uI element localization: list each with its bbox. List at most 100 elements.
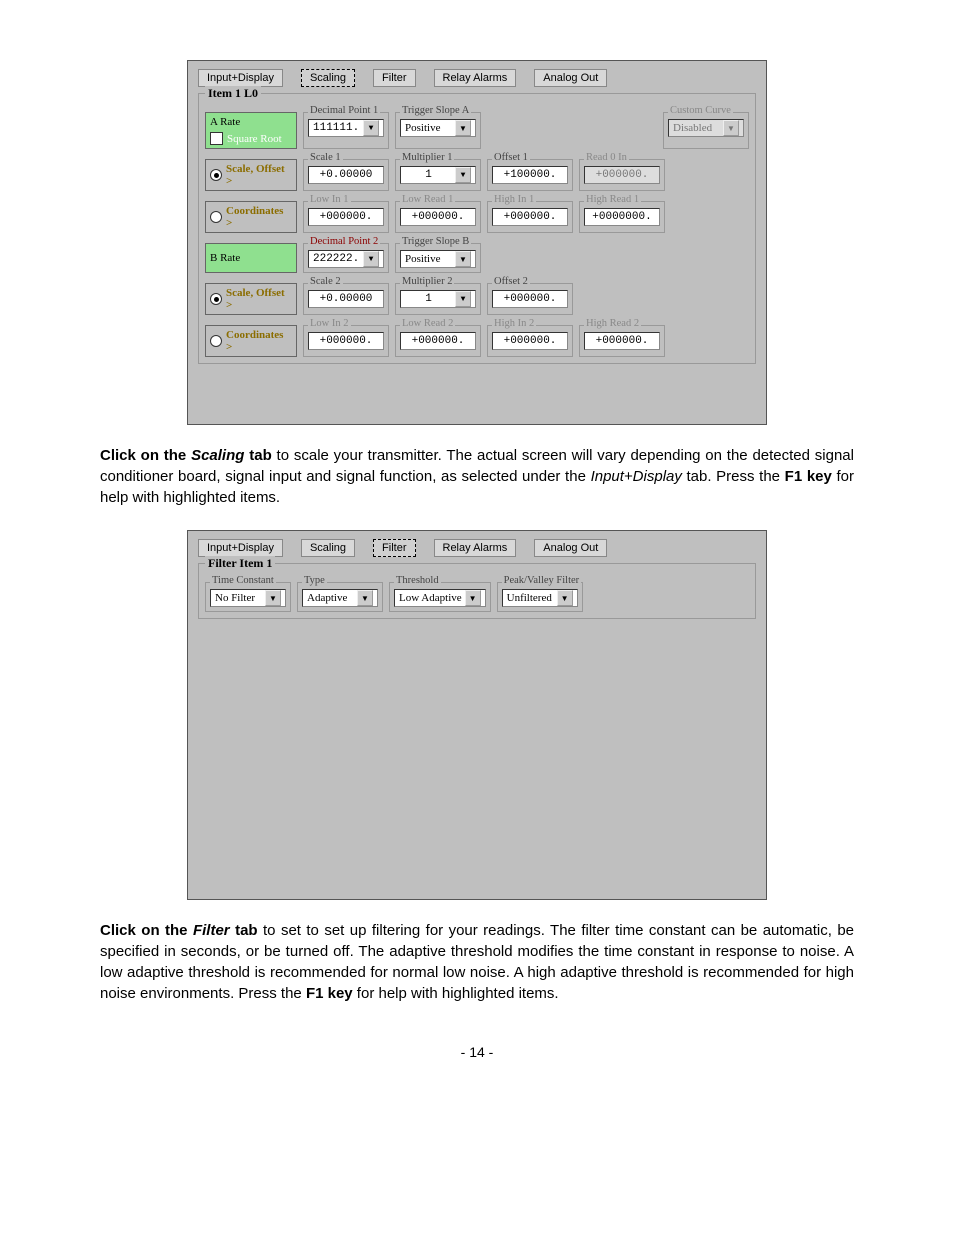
scale-offset-2-block: Scale, Offset > bbox=[205, 283, 297, 315]
a-rate-block: A Rate Square Root bbox=[205, 112, 297, 149]
custom-curve-label: Custom Curve bbox=[668, 105, 733, 116]
peak-valley-field: Peak/Valley Filter Unfiltered ▼ bbox=[497, 582, 583, 612]
chevron-down-icon: ▼ bbox=[363, 120, 379, 136]
low-read-2-field: Low Read 2 +000000. bbox=[395, 325, 481, 357]
filter-panel: Input+Display Scaling Filter Relay Alarm… bbox=[187, 530, 767, 900]
radio-icon bbox=[210, 169, 222, 181]
high-in-2-input[interactable]: +000000. bbox=[492, 332, 568, 350]
b-rate-block: B Rate bbox=[205, 243, 297, 273]
high-read-2-input[interactable]: +000000. bbox=[584, 332, 660, 350]
tab-scaling[interactable]: Scaling bbox=[301, 69, 355, 87]
tab-analog-out[interactable]: Analog Out bbox=[534, 539, 607, 557]
read-0-in-label: Read 0 In bbox=[584, 152, 629, 163]
low-read-1-field: Low Read 1 +000000. bbox=[395, 201, 481, 233]
scale-offset-label: Scale, Offset > bbox=[226, 163, 292, 187]
item-group-title: Item 1 L0 bbox=[205, 86, 261, 101]
high-read-2-label: High Read 2 bbox=[584, 318, 641, 329]
tab-strip-1: Input+Display Scaling Filter Relay Alarm… bbox=[198, 69, 756, 87]
low-in-2-input[interactable]: +000000. bbox=[308, 332, 384, 350]
chevron-down-icon: ▼ bbox=[455, 120, 471, 136]
type-select[interactable]: Adaptive ▼ bbox=[302, 589, 378, 607]
coordinates-1-radio[interactable]: Coordinates > bbox=[210, 205, 292, 229]
scale-1-input[interactable]: +0.00000 bbox=[308, 166, 384, 184]
tab-relay-alarms[interactable]: Relay Alarms bbox=[434, 69, 517, 87]
high-read-1-label: High Read 1 bbox=[584, 194, 641, 205]
scale-2-label: Scale 2 bbox=[308, 276, 343, 287]
multiplier-2-field: Multiplier 2 1 ▼ bbox=[395, 283, 481, 315]
time-constant-select[interactable]: No Filter ▼ bbox=[210, 589, 286, 607]
high-read-1-field: High Read 1 +0000000. bbox=[579, 201, 665, 233]
low-read-1-input[interactable]: +000000. bbox=[400, 208, 476, 226]
peak-valley-select[interactable]: Unfiltered ▼ bbox=[502, 589, 578, 607]
high-in-2-label: High In 2 bbox=[492, 318, 536, 329]
paragraph-scaling: Click on the Scaling tab to scale your t… bbox=[100, 445, 854, 508]
decimal-point-1-field: Decimal Point 1 111111. ▼ bbox=[303, 112, 389, 149]
trigger-slope-a-field: Trigger Slope A Positive ▼ bbox=[395, 112, 481, 149]
tab-relay-alarms[interactable]: Relay Alarms bbox=[434, 539, 517, 557]
checkbox-icon bbox=[210, 132, 223, 145]
decimal-point-2-field: Decimal Point 2 222222. ▼ bbox=[303, 243, 389, 273]
chevron-down-icon: ▼ bbox=[723, 120, 739, 136]
chevron-down-icon: ▼ bbox=[455, 167, 471, 183]
tab-filter[interactable]: Filter bbox=[373, 539, 415, 557]
trigger-slope-a-label: Trigger Slope A bbox=[400, 105, 471, 116]
tab-input-display[interactable]: Input+Display bbox=[198, 69, 283, 87]
high-in-1-field: High In 1 +000000. bbox=[487, 201, 573, 233]
multiplier-1-label: Multiplier 1 bbox=[400, 152, 454, 163]
low-read-2-input[interactable]: +000000. bbox=[400, 332, 476, 350]
scale-1-field: Scale 1 +0.00000 bbox=[303, 159, 389, 191]
coordinates-1-block: Coordinates > bbox=[205, 201, 297, 233]
offset-1-field: Offset 1 +100000. bbox=[487, 159, 573, 191]
low-in-1-label: Low In 1 bbox=[308, 194, 351, 205]
chevron-down-icon: ▼ bbox=[357, 590, 373, 606]
multiplier-2-label: Multiplier 2 bbox=[400, 276, 454, 287]
custom-curve-field: Custom Curve Disabled ▼ bbox=[663, 112, 749, 149]
time-constant-field: Time Constant No Filter ▼ bbox=[205, 582, 291, 612]
tab-strip-2: Input+Display Scaling Filter Relay Alarm… bbox=[198, 539, 756, 557]
tab-input-display[interactable]: Input+Display bbox=[198, 539, 283, 557]
high-in-1-input[interactable]: +000000. bbox=[492, 208, 568, 226]
high-read-1-input[interactable]: +0000000. bbox=[584, 208, 660, 226]
low-in-2-label: Low In 2 bbox=[308, 318, 351, 329]
scale-offset-1-block: Scale, Offset > bbox=[205, 159, 297, 191]
radio-icon bbox=[210, 335, 222, 347]
radio-icon bbox=[210, 293, 222, 305]
page-number: - 14 - bbox=[100, 1044, 854, 1060]
chevron-down-icon: ▼ bbox=[455, 291, 471, 307]
tab-scaling[interactable]: Scaling bbox=[301, 539, 355, 557]
high-in-1-label: High In 1 bbox=[492, 194, 536, 205]
low-read-2-label: Low Read 2 bbox=[400, 318, 455, 329]
square-root-checkbox: Square Root bbox=[210, 132, 292, 145]
offset-2-input[interactable]: +000000. bbox=[492, 290, 568, 308]
scaling-panel: Input+Display Scaling Filter Relay Alarm… bbox=[187, 60, 767, 425]
scale-1-label: Scale 1 bbox=[308, 152, 343, 163]
read-0-in-input: +000000. bbox=[584, 166, 660, 184]
offset-2-field: Offset 2 +000000. bbox=[487, 283, 573, 315]
trigger-slope-b-select[interactable]: Positive ▼ bbox=[400, 250, 476, 268]
threshold-field: Threshold Low Adaptive ▼ bbox=[389, 582, 491, 612]
scale-offset-2-radio[interactable]: Scale, Offset > bbox=[210, 287, 292, 311]
tab-filter[interactable]: Filter bbox=[373, 69, 415, 87]
coordinates-label: Coordinates > bbox=[226, 205, 292, 229]
offset-1-label: Offset 1 bbox=[492, 152, 530, 163]
tab-analog-out[interactable]: Analog Out bbox=[534, 69, 607, 87]
custom-curve-select: Disabled ▼ bbox=[668, 119, 744, 137]
chevron-down-icon: ▼ bbox=[465, 590, 481, 606]
decimal-point-2-select[interactable]: 222222. ▼ bbox=[308, 250, 384, 268]
multiplier-1-select[interactable]: 1 ▼ bbox=[400, 166, 476, 184]
coordinates-2-block: Coordinates > bbox=[205, 325, 297, 357]
threshold-select[interactable]: Low Adaptive ▼ bbox=[394, 589, 486, 607]
scale-offset-2-label: Scale, Offset > bbox=[226, 287, 292, 311]
scale-offset-1-radio[interactable]: Scale, Offset > bbox=[210, 163, 292, 187]
paragraph-filter: Click on the Filter tab to set to set up… bbox=[100, 920, 854, 1004]
multiplier-2-select[interactable]: 1 ▼ bbox=[400, 290, 476, 308]
low-in-1-input[interactable]: +000000. bbox=[308, 208, 384, 226]
trigger-slope-a-select[interactable]: Positive ▼ bbox=[400, 119, 476, 137]
scale-2-input[interactable]: +0.00000 bbox=[308, 290, 384, 308]
read-0-in-field: Read 0 In +000000. bbox=[579, 159, 665, 191]
coordinates-2-radio[interactable]: Coordinates > bbox=[210, 329, 292, 353]
offset-1-input[interactable]: +100000. bbox=[492, 166, 568, 184]
type-field: Type Adaptive ▼ bbox=[297, 582, 383, 612]
peak-valley-label: Peak/Valley Filter bbox=[502, 575, 582, 586]
decimal-point-1-select[interactable]: 111111. ▼ bbox=[308, 119, 384, 137]
